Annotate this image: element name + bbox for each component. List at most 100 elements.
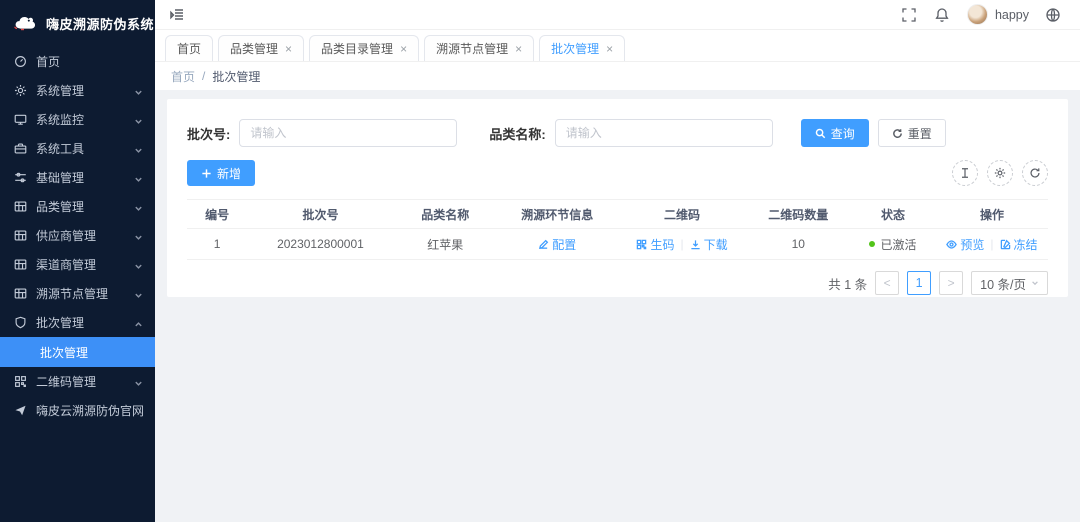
reset-button[interactable]: 重置 (877, 119, 946, 147)
sidebar-item-label: 嗨皮云溯源防伪官网 (36, 404, 143, 418)
main-area: happy 首页 品类管理 × 品类目录管理 × 溯源节点管理 × 批次管理 × (155, 0, 1080, 522)
sidebar-item-official-site[interactable]: 嗨皮云溯源防伪官网 (0, 396, 155, 425)
table-header-row: 编号 批次号 品类名称 溯源环节信息 二维码 二维码数量 状态 操作 (187, 199, 1048, 229)
sidebar-subitem-batch-management-active[interactable]: 批次管理 (0, 337, 155, 367)
sidebar-item-supplier-management[interactable]: 供应商管理 (0, 221, 155, 250)
sidebar-item-label: 首页 (36, 55, 61, 69)
breadcrumb-separator: / (202, 69, 206, 83)
generate-code-link[interactable]: 生码 (636, 236, 674, 253)
sidebar-item-system-tools[interactable]: 系统工具 (0, 134, 155, 163)
table-icon (14, 258, 27, 271)
sidebar-item-trace-node-management[interactable]: 溯源节点管理 (0, 279, 155, 308)
sidebar-menu: 首页 系统管理 系统监控 系统工具 基础管理 品类管理 供应商管理 渠道商管理 … (0, 47, 155, 522)
gear-icon (14, 84, 27, 97)
tab-label: 首页 (177, 42, 202, 56)
cell-qrcode-count: 10 (791, 237, 805, 251)
chevron-down-icon (134, 202, 143, 211)
pagination-total: 共 1 条 (828, 277, 868, 292)
content-area: 批次号: 品类名称: 查询 重置 新增 (155, 90, 1080, 522)
sidebar-item-basic-management[interactable]: 基础管理 (0, 163, 155, 192)
search-icon (815, 128, 825, 138)
edit-square-icon (1000, 239, 1010, 249)
cell-qrcode: 生码 | 下载 (617, 236, 746, 253)
config-link[interactable]: 配置 (538, 236, 576, 253)
add-button[interactable]: 新增 (187, 160, 256, 186)
paper-plane-icon (14, 404, 27, 417)
tab-batch-management-active[interactable]: 批次管理 × (539, 35, 626, 61)
shield-icon (14, 316, 27, 329)
sidebar-item-system-monitor[interactable]: 系统监控 (0, 105, 155, 134)
sidebar-item-qrcode-management[interactable]: 二维码管理 (0, 367, 155, 396)
table-icon (14, 287, 27, 300)
sidebar-item-category-management[interactable]: 品类管理 (0, 192, 155, 221)
sidebar-item-label: 供应商管理 (36, 229, 97, 243)
close-icon[interactable]: × (285, 43, 292, 55)
globe-icon[interactable] (1045, 6, 1062, 23)
app-logo-row: 嗨皮溯源防伪系统 (0, 0, 155, 47)
tab-bar: 首页 品类管理 × 品类目录管理 × 溯源节点管理 × 批次管理 × (155, 30, 1080, 62)
current-page-button[interactable]: 1 (907, 271, 932, 295)
fullscreen-icon[interactable] (901, 6, 918, 23)
refresh-icon (892, 128, 902, 138)
action-row: 新增 (187, 160, 1048, 186)
close-icon[interactable]: × (606, 43, 613, 55)
username: happy (994, 7, 1029, 22)
next-page-button[interactable]: > (939, 271, 964, 295)
tab-category-management[interactable]: 品类管理 × (218, 35, 305, 61)
col-header-status: 状态 (880, 207, 905, 222)
page-size-select[interactable]: 10 条/页 (971, 271, 1048, 295)
qrcode-icon (14, 375, 27, 388)
edit-icon (539, 239, 549, 249)
preview-link[interactable]: 预览 (946, 236, 984, 253)
table-row: 1 2023012800001 红苹果 配置 生码 | 下载 10 已激活 预览… (187, 229, 1048, 260)
col-header-qrcode: 二维码 (664, 207, 701, 222)
cell-actions: 预览 | 冻结 (936, 236, 1048, 253)
close-icon[interactable]: × (400, 43, 407, 55)
col-header-qrcode-count: 二维码数量 (768, 207, 829, 222)
col-header-actions: 操作 (979, 207, 1004, 222)
chevron-down-icon (134, 289, 143, 298)
app-title: 嗨皮溯源防伪系统 (46, 17, 155, 32)
col-header-category-name: 品类名称 (421, 207, 470, 222)
tab-trace-node-management[interactable]: 溯源节点管理 × (424, 35, 535, 61)
sliders-icon (14, 171, 27, 184)
search-button[interactable]: 查询 (800, 119, 869, 147)
batch-no-input[interactable] (239, 119, 458, 147)
sidebar: 嗨皮溯源防伪系统 首页 系统管理 系统监控 系统工具 基础管理 品类管理 供应商… (0, 0, 155, 522)
sidebar-item-channel-management[interactable]: 渠道商管理 (0, 250, 155, 279)
chevron-down-icon (1032, 281, 1038, 286)
table-settings-button[interactable] (987, 160, 1013, 186)
link-divider: | (990, 237, 994, 251)
dashboard-icon (14, 55, 27, 68)
eye-icon (946, 239, 958, 249)
freeze-link[interactable]: 冻结 (1000, 236, 1038, 253)
sidebar-item-system-management[interactable]: 系统管理 (0, 76, 155, 105)
tab-category-catalog-management[interactable]: 品类目录管理 × (309, 35, 420, 61)
sidebar-item-label: 二维码管理 (36, 375, 97, 389)
tab-label: 品类管理 (230, 42, 279, 56)
sidebar-item-label: 渠道商管理 (36, 258, 97, 272)
tab-home[interactable]: 首页 (165, 35, 214, 61)
download-link[interactable]: 下载 (690, 236, 728, 253)
table-icon (14, 229, 27, 242)
chevron-down-icon (134, 144, 143, 153)
user-menu[interactable]: happy (966, 4, 1029, 25)
toolbox-icon (14, 142, 27, 155)
breadcrumb-home[interactable]: 首页 (171, 68, 195, 85)
cell-index: 1 (213, 237, 221, 251)
column-settings-button[interactable] (952, 160, 978, 186)
plus-icon (202, 168, 211, 178)
batch-table: 编号 批次号 品类名称 溯源环节信息 二维码 二维码数量 状态 操作 1 202… (187, 199, 1048, 260)
chevron-up-icon (134, 318, 143, 327)
breadcrumb: 首页 / 批次管理 (155, 62, 1080, 90)
sidebar-item-batch-management[interactable]: 批次管理 (0, 308, 155, 337)
close-icon[interactable]: × (515, 43, 522, 55)
prev-page-button[interactable]: < (875, 271, 900, 295)
chevron-down-icon (134, 377, 143, 386)
bell-icon[interactable] (934, 6, 951, 23)
sidebar-item-home[interactable]: 首页 (0, 47, 155, 76)
menu-fold-icon[interactable] (169, 6, 187, 24)
monitor-icon (14, 113, 27, 126)
category-name-input[interactable] (554, 119, 773, 147)
refresh-button[interactable] (1022, 160, 1048, 186)
